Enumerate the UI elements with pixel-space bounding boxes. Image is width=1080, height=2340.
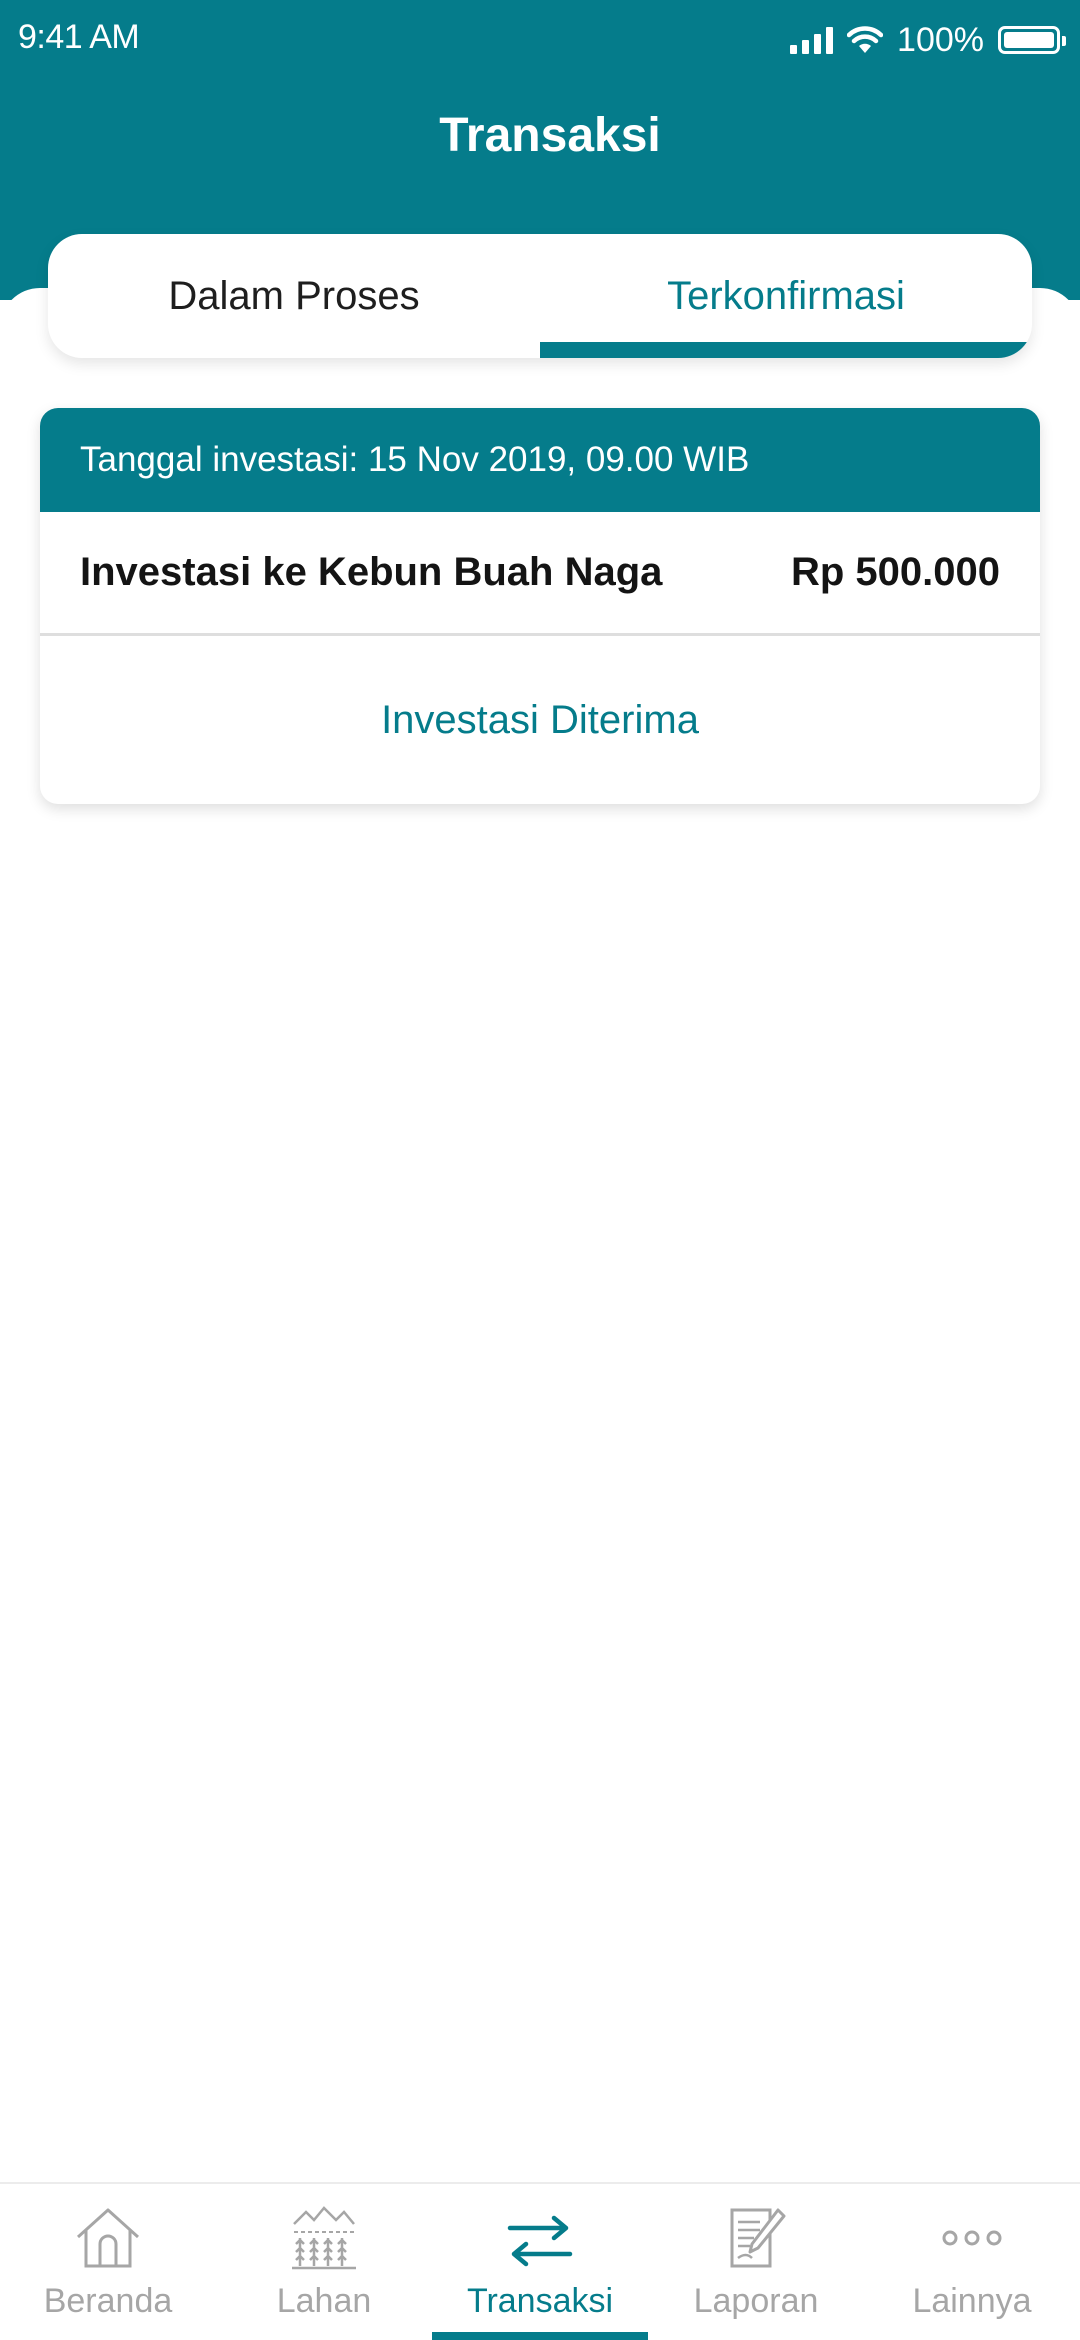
tab-dalam-proses[interactable]: Dalam Proses (48, 234, 540, 358)
field-icon (292, 2206, 356, 2270)
cellular-signal-icon (790, 26, 834, 54)
transaction-amount: Rp 500.000 (790, 550, 1000, 594)
nav-label-laporan: Laporan (693, 2282, 819, 2320)
nav-item-transaksi[interactable]: Transaksi (432, 2184, 648, 2340)
transaction-date: Tanggal investasi: 15 Nov 2019, 09.00 WI… (40, 408, 1040, 512)
status-icons: 100% (790, 18, 1066, 62)
transaction-row: Investasi ke Kebun Buah Naga Rp 500.000 (40, 512, 1040, 636)
tab-terkonfirmasi[interactable]: Terkonfirmasi (540, 234, 1032, 358)
transfer-arrows-icon (507, 2215, 573, 2267)
nav-item-lahan[interactable]: Lahan (216, 2184, 432, 2340)
transaction-card[interactable]: Tanggal investasi: 15 Nov 2019, 09.00 WI… (40, 408, 1040, 804)
nav-label-beranda: Beranda (43, 2282, 173, 2320)
nav-label-transaksi: Transaksi (466, 2282, 614, 2320)
bottom-navigation: Beranda Lahan Transaksi Laporan Lainnya (0, 2182, 1080, 2340)
status-time: 9:41 AM (18, 18, 140, 56)
wifi-icon (847, 26, 884, 53)
page-title: Transaksi (439, 109, 661, 162)
nav-label-lahan: Lahan (276, 2282, 372, 2320)
battery-percent: 100% (897, 20, 984, 59)
transaction-status: Investasi Diterima (381, 697, 699, 742)
nav-item-lainnya[interactable]: Lainnya (864, 2184, 1080, 2340)
tab-bar: Dalam Proses Terkonfirmasi (48, 234, 1032, 358)
nav-label-lainnya: Lainnya (912, 2282, 1032, 2320)
transaction-description: Investasi ke Kebun Buah Naga (80, 550, 663, 594)
battery-icon (998, 26, 1066, 54)
report-icon (730, 2208, 786, 2268)
nav-item-beranda[interactable]: Beranda (0, 2184, 216, 2340)
nav-item-laporan[interactable]: Laporan (648, 2184, 864, 2340)
more-icon (942, 2230, 1002, 2246)
transaction-screen: 9:41 AM 100% Transaksi Dalam Proses Terk… (0, 0, 1080, 2340)
home-icon (76, 2208, 140, 2268)
